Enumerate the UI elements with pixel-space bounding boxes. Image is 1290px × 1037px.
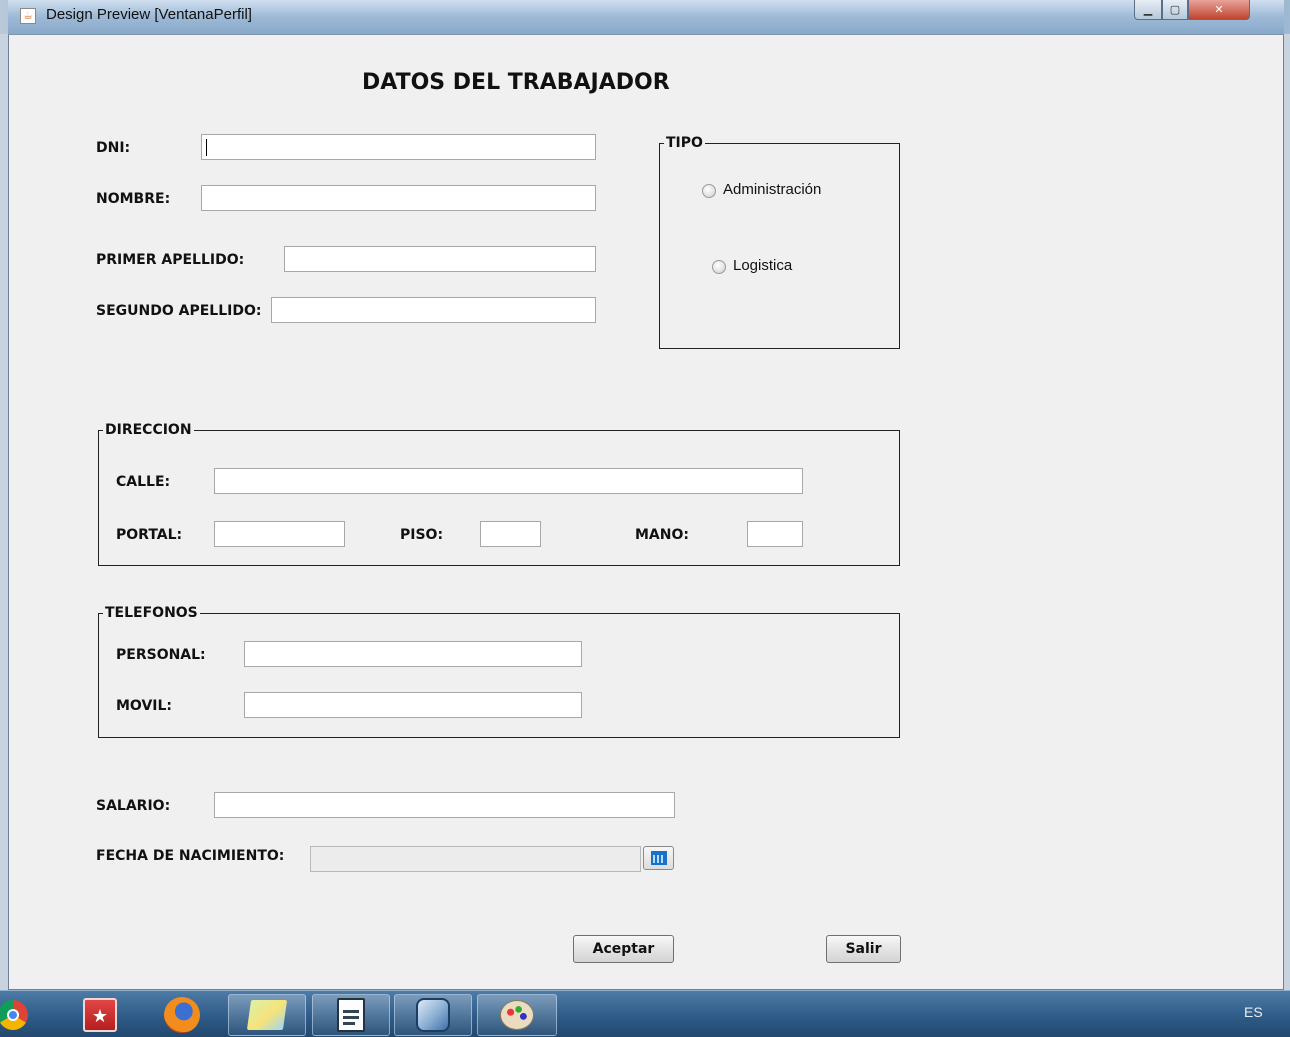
- movil-phone-field[interactable]: [244, 692, 582, 718]
- salario-label: SALARIO:: [96, 798, 171, 814]
- taskbar-item-chrome[interactable]: [0, 994, 40, 1036]
- tipo-legend: TIPO: [664, 135, 705, 151]
- dni-field[interactable]: [201, 134, 596, 160]
- personal-label: PERSONAL:: [116, 647, 206, 663]
- mano-label: MANO:: [635, 527, 689, 543]
- taskbar-item-paint[interactable]: [477, 994, 557, 1036]
- dni-label: DNI:: [96, 140, 131, 156]
- tipo-group: [659, 143, 900, 349]
- taskbar-item-sticky-notes[interactable]: [228, 994, 306, 1036]
- date-picker-button[interactable]: [643, 846, 674, 870]
- close-icon[interactable]: ✕: [1188, 0, 1250, 20]
- firefox-icon: [164, 997, 200, 1033]
- radio-administracion-label[interactable]: Administración: [723, 181, 821, 199]
- aceptar-button[interactable]: Aceptar: [573, 935, 674, 963]
- document-icon: [337, 998, 365, 1032]
- calle-label: CALLE:: [116, 474, 171, 490]
- nombre-field[interactable]: [201, 185, 596, 211]
- bookmark-app-icon: ★: [83, 998, 117, 1032]
- piso-field[interactable]: [480, 521, 541, 547]
- radio-logistica[interactable]: [712, 260, 726, 274]
- virtualbox-icon: [416, 998, 450, 1032]
- paint-icon: [500, 1000, 534, 1030]
- direccion-legend: DIRECCION: [103, 422, 194, 438]
- window-controls: ▁ ▢ ✕: [1134, 0, 1250, 22]
- portal-label: PORTAL:: [116, 527, 183, 543]
- taskbar-item-virtualbox[interactable]: [394, 994, 472, 1036]
- calendar-icon: [650, 851, 667, 865]
- chrome-icon: [0, 1000, 28, 1030]
- movil-label: MOVIL:: [116, 698, 173, 714]
- page-title: DATOS DEL TRABAJADOR: [362, 70, 670, 95]
- telefonos-legend: TELEFONOS: [103, 605, 200, 621]
- primer-apellido-label: PRIMER APELLIDO:: [96, 252, 245, 268]
- personal-phone-field[interactable]: [244, 641, 582, 667]
- segundo-apellido-label: SEGUNDO APELLIDO:: [96, 303, 262, 319]
- text-caret: [206, 139, 207, 156]
- radio-administracion[interactable]: [702, 184, 716, 198]
- sticky-notes-icon: [246, 1000, 288, 1030]
- maximize-icon[interactable]: ▢: [1162, 0, 1188, 20]
- java-icon: ☕: [20, 8, 36, 24]
- taskbar-item-document[interactable]: [312, 994, 390, 1036]
- fecha-nacimiento-label: FECHA DE NACIMIENTO:: [96, 848, 285, 864]
- radio-logistica-label[interactable]: Logistica: [733, 257, 792, 275]
- language-indicator[interactable]: ES: [1244, 1004, 1263, 1020]
- telefonos-group: [98, 613, 900, 738]
- taskbar-item-bookmark[interactable]: ★: [72, 994, 128, 1036]
- salir-button[interactable]: Salir: [826, 935, 901, 963]
- primer-apellido-field[interactable]: [284, 246, 596, 272]
- portal-field[interactable]: [214, 521, 345, 547]
- segundo-apellido-field[interactable]: [271, 297, 596, 323]
- window-title: Design Preview [VentanaPerfil]: [46, 6, 252, 23]
- mano-field[interactable]: [747, 521, 803, 547]
- minimize-icon[interactable]: ▁: [1134, 0, 1162, 20]
- piso-label: PISO:: [400, 527, 444, 543]
- calle-field[interactable]: [214, 468, 803, 494]
- fecha-nacimiento-field[interactable]: [310, 846, 641, 872]
- salario-field[interactable]: [214, 792, 675, 818]
- taskbar-item-firefox[interactable]: [154, 994, 210, 1036]
- nombre-label: NOMBRE:: [96, 191, 171, 207]
